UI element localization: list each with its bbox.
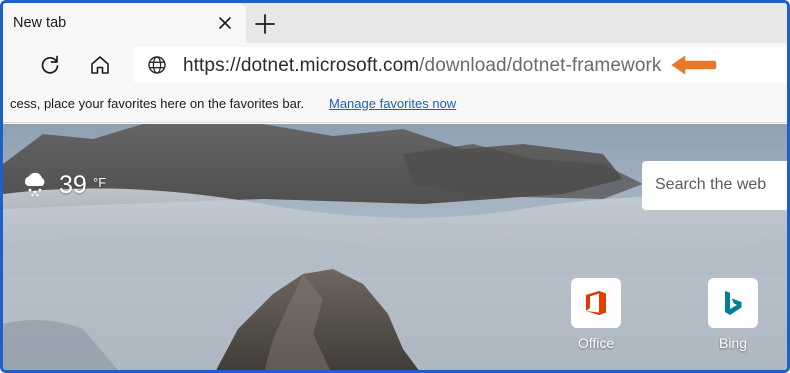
temperature-value: 39 (59, 171, 87, 199)
url-text[interactable]: https://dotnet.microsoft.com/download/do… (183, 55, 662, 77)
favorites-bar-message: cess, place your favorites here on the f… (10, 96, 305, 111)
address-bar[interactable]: https://dotnet.microsoft.com/download/do… (133, 47, 787, 83)
annotation-arrow-icon (668, 52, 718, 78)
tile-icon-box (571, 278, 621, 328)
quick-link-office[interactable]: Office (566, 278, 626, 358)
temperature-unit: °F (93, 175, 107, 190)
manage-favorites-link[interactable]: Manage favorites now (329, 96, 456, 111)
tab-new-tab[interactable]: New tab (3, 3, 246, 43)
favorites-bar: cess, place your favorites here on the f… (3, 87, 787, 123)
refresh-icon[interactable] (38, 53, 62, 77)
quick-link-bing[interactable]: Bing (703, 278, 763, 358)
browser-window: New tab https://dotnet.microsoft.com/dow… (0, 0, 790, 373)
new-tab-plus-icon[interactable] (253, 12, 277, 36)
office-icon (586, 291, 606, 315)
new-tab-page: 39 °F Search the web Office Bing (3, 124, 787, 370)
tab-strip: New tab (3, 3, 787, 43)
web-search-box[interactable]: Search the web (642, 161, 787, 210)
search-placeholder: Search the web (655, 176, 767, 193)
toolbar: https://dotnet.microsoft.com/download/do… (3, 43, 787, 87)
quick-link-label: Bing (718, 335, 748, 351)
cloud-snow-icon (21, 171, 49, 197)
close-icon[interactable] (215, 13, 235, 33)
home-icon[interactable] (88, 53, 112, 77)
bing-icon (725, 291, 742, 315)
tab-title: New tab (13, 15, 67, 31)
globe-icon (147, 55, 167, 75)
url-path: /download/dotnet-framework (419, 55, 662, 76)
url-host: https://dotnet.microsoft.com (183, 55, 420, 76)
tile-icon-box (708, 278, 758, 328)
quick-link-label: Office (577, 335, 615, 351)
